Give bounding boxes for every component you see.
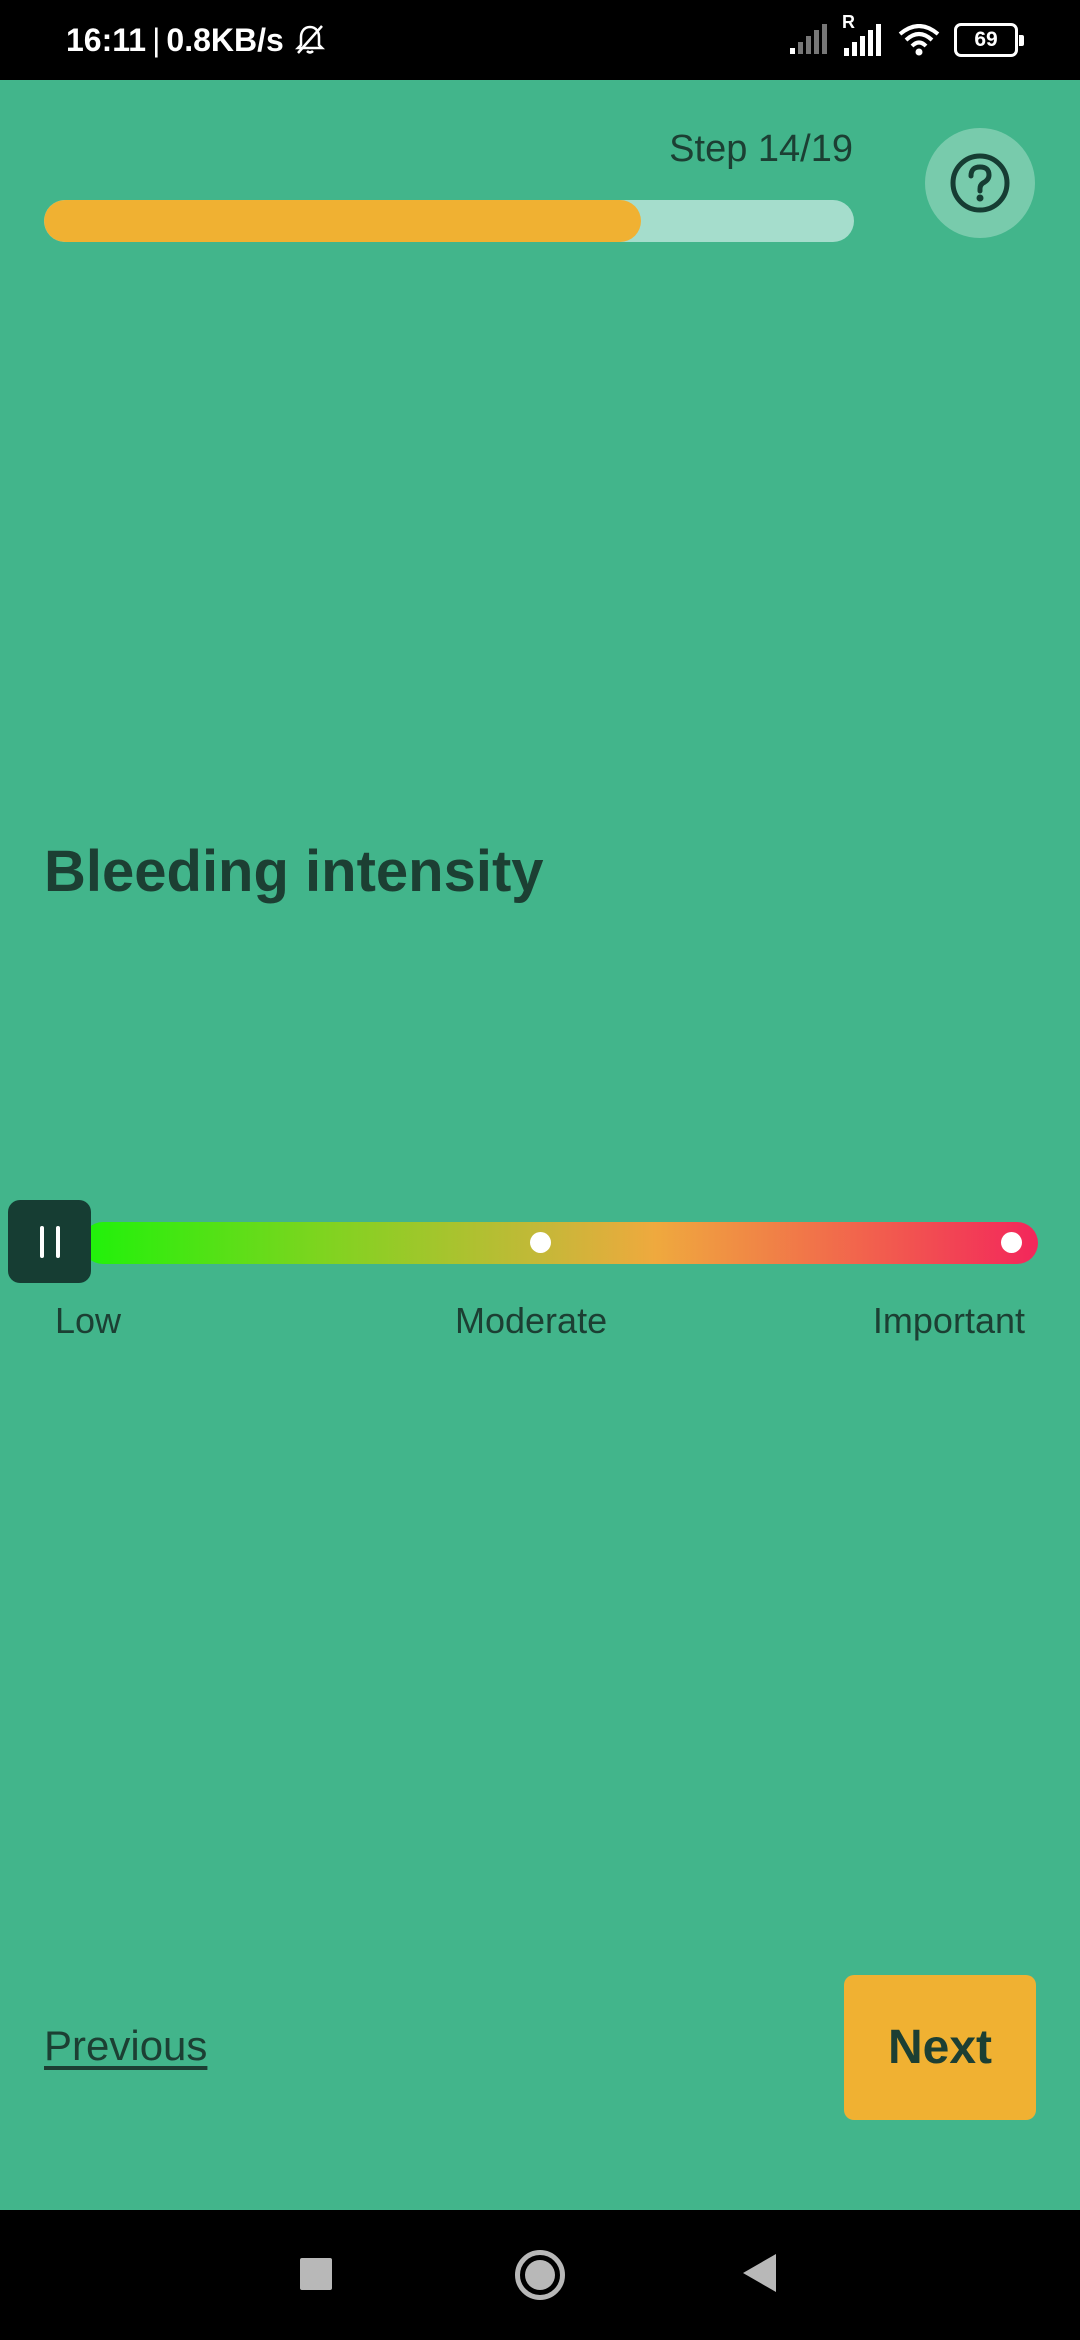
question-title: Bleeding intensity (44, 839, 544, 904)
signal-weak-icon (788, 24, 828, 56)
step-counter: Step 14/19 (669, 128, 853, 170)
status-time: 16:11 (66, 21, 147, 58)
signal-roaming-icon: R (842, 12, 884, 58)
home-icon[interactable] (515, 2250, 565, 2300)
label-moderate: Moderate (455, 1300, 608, 1341)
status-left: 16:11 | 0.8KB/s (66, 0, 328, 80)
system-nav-bar (0, 2210, 1080, 2340)
battery-level: 69 (974, 28, 998, 51)
label-important: Important (872, 1300, 1025, 1341)
progress-bar (44, 200, 854, 242)
help-button[interactable] (925, 128, 1035, 238)
slider-labels: Low Moderate Important (0, 1300, 1080, 1350)
network-speed: 0.8KB/s (166, 21, 284, 58)
grip-line (39, 1225, 44, 1258)
intensity-slider[interactable] (8, 1200, 1038, 1286)
grip-line (55, 1225, 60, 1258)
progress-fill (44, 200, 641, 242)
screen: 16:11 | 0.8KB/s R 69 Step 14/19 Bleeding… (0, 0, 1080, 2340)
question-circle-icon (949, 152, 1011, 214)
bell-muted-icon (292, 22, 328, 58)
roaming-label: R (842, 12, 855, 32)
slider-track[interactable] (82, 1222, 1038, 1264)
next-button[interactable]: Next (844, 1975, 1036, 2120)
slider-stop-important (1001, 1232, 1022, 1253)
battery-icon: 69 (954, 23, 1024, 57)
previous-link[interactable]: Previous (44, 2022, 207, 2070)
status-separator: | (152, 21, 161, 58)
slider-stop-moderate (530, 1232, 551, 1253)
back-icon[interactable] (743, 2254, 776, 2292)
recents-icon[interactable] (300, 2258, 332, 2290)
status-right: R 69 (788, 0, 1024, 80)
status-bar: 16:11 | 0.8KB/s R 69 (0, 0, 1080, 80)
label-low: Low (55, 1300, 122, 1341)
slider-handle[interactable] (8, 1200, 91, 1283)
wifi-icon (898, 24, 940, 56)
